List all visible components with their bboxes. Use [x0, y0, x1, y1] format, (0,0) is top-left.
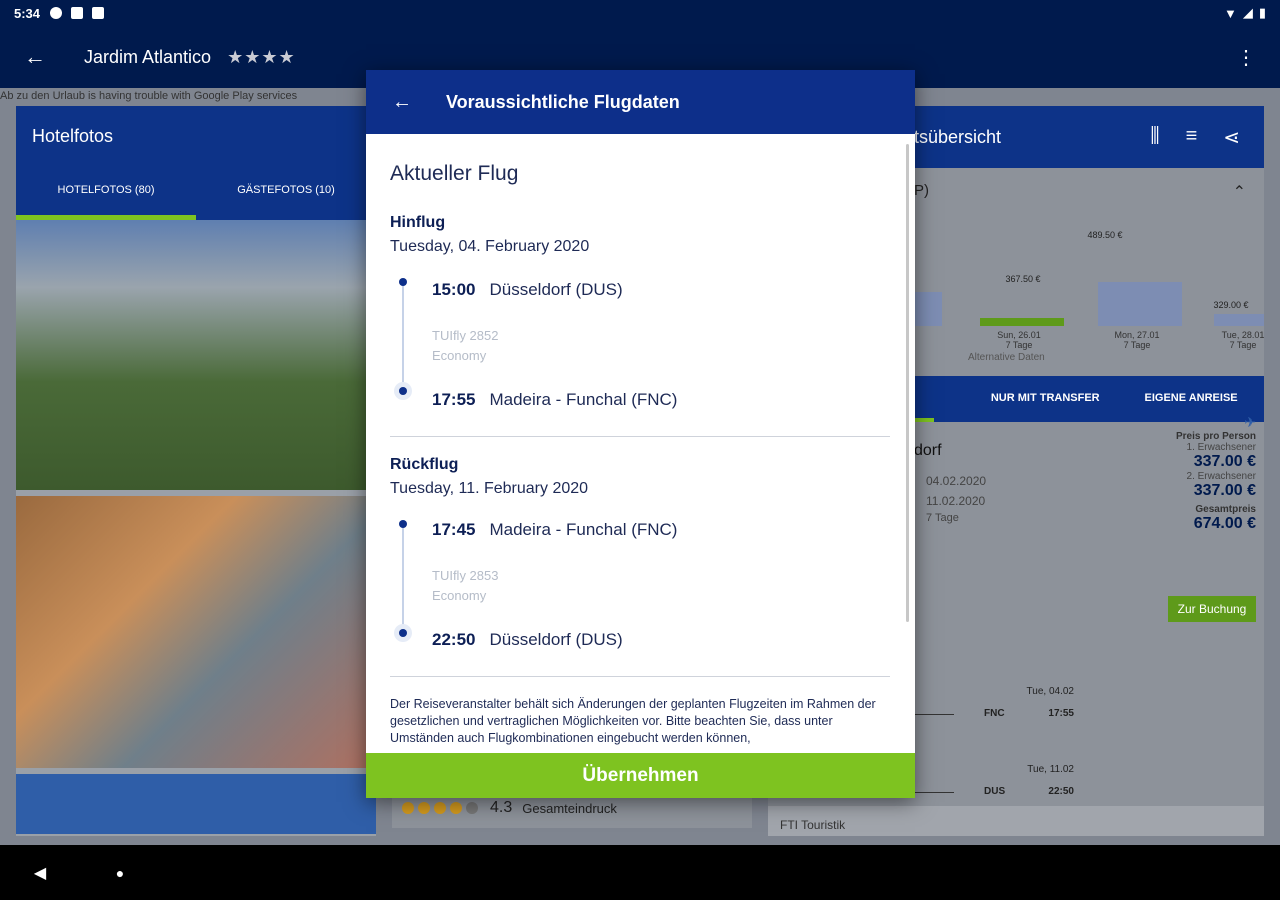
board-type: P)	[914, 182, 929, 199]
price-calendar: 367.50 € 489.50 € 329.00 €	[914, 230, 1264, 326]
nav-back-icon[interactable]: ◀	[20, 863, 60, 883]
outbound-leg: Hinflug Tuesday, 04. February 2020 15:00…	[390, 214, 890, 434]
flight-data-dialog: ← Voraussichtliche Flugdaten Aktueller F…	[366, 70, 915, 798]
return-date: Tuesday, 11. February 2020	[390, 480, 589, 497]
app-notification-icon	[71, 7, 84, 19]
flight-time-disclaimer: Der Reiseveranstalter behält sich Änderu…	[390, 697, 876, 745]
outbound-arrival: 17:55 Madeira - Funchal (FNC)	[432, 390, 678, 409]
outbound-timeline	[402, 280, 404, 390]
signal-icon: ◢	[1242, 5, 1253, 20]
dialog-back-arrow-icon[interactable]: ←	[392, 91, 416, 114]
return-label: Rückflug	[390, 456, 459, 473]
offer-overview-title: tsübersicht	[914, 126, 1002, 147]
price-bar-label: 489.50 €	[1087, 230, 1123, 240]
price-bar-date: Tue, 28.01 7 Tage	[1221, 330, 1265, 350]
offer-date-from: 04.02.2020	[926, 474, 987, 488]
price-bar-date: Sun, 26.01 7 Tage	[997, 330, 1041, 350]
sort-icon[interactable]: ≡	[1186, 125, 1198, 150]
price-bar[interactable]	[1214, 314, 1264, 326]
dialog-scrollbar[interactable]	[906, 144, 909, 622]
accept-button[interactable]: Übernehmen	[366, 753, 915, 798]
hotel-title: Jardim Atlantico	[84, 46, 212, 67]
alternative-dates-note: Alternative Daten	[968, 352, 1045, 363]
rating-dot-icon	[434, 802, 446, 814]
dialog-header: ← Voraussichtliche Flugdaten	[366, 70, 915, 134]
hotel-photos-title: Hotelfotos	[16, 106, 376, 168]
rating-dot-empty-icon	[466, 802, 478, 814]
outbound-date: Tuesday, 04. February 2020	[390, 238, 590, 255]
arrival-dot-icon	[394, 382, 412, 400]
rating-dot-icon	[418, 802, 430, 814]
total-price-label: Gesamtpreis	[1195, 504, 1256, 515]
adult2-label: 2. Erwachsener	[1186, 471, 1256, 482]
filter-icon[interactable]: ⫼	[1150, 125, 1159, 150]
hotel-photos-panel: Hotelfotos HOTELFOTOS (80) GÄSTEFOTOS (1…	[16, 106, 376, 836]
operator-footer: FTI Touristik	[768, 806, 1264, 836]
arrival-dot-icon	[394, 624, 412, 642]
outbound-label: Hinflug	[390, 214, 446, 231]
departure-dot-icon	[399, 520, 407, 528]
price-bar[interactable]	[1098, 282, 1182, 326]
outbound-flight-info: TUIfly 2852 Economy	[432, 328, 499, 363]
hotel-pool-photo[interactable]	[16, 774, 376, 834]
wifi-icon: ▼	[1223, 5, 1237, 21]
system-nav-bar: ◀ ●	[0, 845, 1280, 900]
battery-icon: ▮	[1258, 5, 1266, 20]
rating-label: Gesamteindruck	[522, 800, 617, 816]
storage-notification-icon	[92, 7, 105, 19]
outbound-departure: 15:00 Düsseldorf (DUS)	[432, 280, 623, 299]
offer-duration: 7 Tage	[926, 512, 959, 524]
tab-with-transfer[interactable]: NUR MIT TRANSFER	[972, 376, 1118, 422]
price-bar-label: 329.00 €	[1213, 300, 1249, 310]
hotel-exterior-photo[interactable]	[16, 220, 376, 490]
flight-summary-outbound: Tue, 04.02 FNC 17:55	[914, 686, 1074, 742]
current-flight-title: Aktueller Flug	[390, 162, 519, 185]
departure-city: dorf	[914, 442, 942, 459]
back-arrow-icon[interactable]: ←	[24, 44, 60, 70]
status-bar: 5:34 ▼ ◢ ▮	[0, 0, 1280, 26]
total-price: 674.00 €	[1193, 515, 1256, 532]
divider	[390, 676, 890, 677]
return-flight-info: TUIfly 2853 Economy	[432, 568, 499, 603]
system-banner: Ab zu den Urlaub is having trouble with …	[0, 90, 298, 102]
hotel-stars: ★★★★	[227, 46, 296, 67]
rating-dot-icon	[450, 802, 462, 814]
price-bar-date: Mon, 27.01 7 Tage	[1114, 330, 1160, 350]
adult2-price: 337.00 €	[1193, 482, 1256, 499]
tab-guest-photos[interactable]: GÄSTEFOTOS (10)	[196, 168, 376, 220]
return-leg: Rückflug Tuesday, 11. February 2020 17:4…	[390, 456, 890, 676]
divider	[390, 436, 890, 437]
adult1-label: 1. Erwachsener	[1186, 442, 1256, 453]
tab-hotel-photos[interactable]: HOTELFOTOS (80)	[16, 168, 196, 220]
return-arrival: 22:50 Düsseldorf (DUS)	[432, 630, 623, 649]
status-time: 5:34	[14, 5, 41, 21]
price-bar[interactable]	[914, 292, 942, 326]
hotel-room-photo[interactable]	[16, 496, 376, 768]
return-departure: 17:45 Madeira - Funchal (FNC)	[432, 520, 678, 539]
price-bar-selected[interactable]	[980, 318, 1064, 326]
chevron-up-icon[interactable]: ⌃	[1233, 182, 1246, 212]
dialog-body: Aktueller Flug Hinflug Tuesday, 04. Febr…	[366, 134, 915, 754]
adult1-price: 337.00 €	[1193, 453, 1256, 470]
dialog-title: Voraussichtliche Flugdaten	[446, 91, 680, 112]
plane-icon: ✈	[1244, 414, 1256, 430]
offer-date-to: 11.02.2020	[926, 494, 986, 508]
photo-tabs: HOTELFOTOS (80) GÄSTEFOTOS (10)	[16, 168, 376, 220]
departure-dot-icon	[399, 278, 407, 286]
nav-home-icon[interactable]: ●	[100, 865, 140, 881]
rating-score: 4.3	[490, 799, 513, 816]
rating-dot-icon	[402, 802, 414, 814]
overflow-menu-icon[interactable]: ⋮	[1236, 45, 1256, 70]
share-icon[interactable]: ⋖	[1223, 125, 1240, 150]
price-per-person-label: Preis pro Person	[1175, 431, 1256, 442]
return-timeline	[402, 522, 404, 632]
price-bar-label: 367.50 €	[1005, 274, 1041, 284]
book-button[interactable]: Zur Buchung	[1168, 596, 1256, 622]
settings-notification-icon	[50, 7, 63, 19]
